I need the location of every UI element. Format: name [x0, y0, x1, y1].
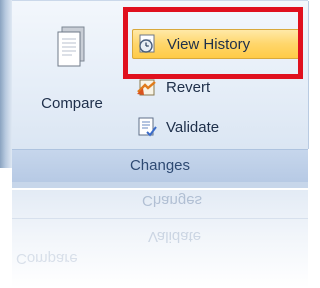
- ribbon-bottom-border: [12, 182, 308, 188]
- validate-icon: [134, 115, 160, 139]
- reflection-divider: [12, 218, 308, 219]
- compare-button[interactable]: Compare: [26, 23, 118, 123]
- reflection-changes-label: Changes: [142, 192, 203, 209]
- window-left-edge: [0, 0, 12, 168]
- reflection-compare-label: Compare: [16, 250, 78, 267]
- validate-button[interactable]: Validate: [132, 113, 296, 141]
- reflection-validate-label: Validate: [148, 228, 202, 245]
- validate-label: Validate: [166, 118, 220, 136]
- ribbon-reflection: Changes Validate Compare: [12, 190, 308, 288]
- revert-label: Revert: [166, 78, 211, 96]
- highlight-annotation: [123, 7, 303, 79]
- compare-document-icon: [56, 25, 88, 74]
- compare-label: Compare: [41, 95, 103, 112]
- changes-group-label: Changes: [129, 157, 191, 174]
